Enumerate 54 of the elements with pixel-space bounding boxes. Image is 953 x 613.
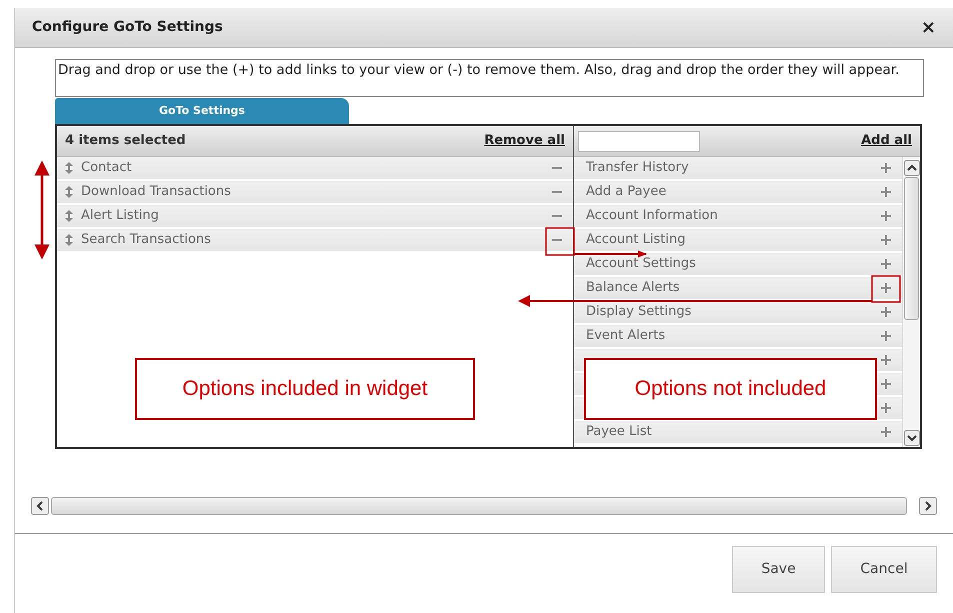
- horizontal-scrollbar[interactable]: [51, 497, 907, 515]
- scroll-up-icon[interactable]: [904, 160, 920, 176]
- add-button[interactable]: +: [874, 208, 898, 224]
- selected-count: 4 items selected: [65, 132, 187, 150]
- list-item-label[interactable]: Account Listing: [586, 230, 874, 250]
- add-button[interactable]: +: [874, 256, 898, 272]
- close-button[interactable]: ×: [920, 18, 936, 36]
- add-button[interactable]: +: [874, 400, 898, 416]
- list-item-label[interactable]: Add a Payee: [586, 182, 874, 202]
- drag-handle-icon[interactable]: [65, 210, 73, 222]
- list-item-label[interactable]: Display Settings: [586, 302, 874, 322]
- remove-all-link[interactable]: Remove all: [484, 131, 565, 151]
- add-button[interactable]: +: [874, 328, 898, 344]
- highlight-frame: [545, 227, 575, 256]
- add-button[interactable]: +: [874, 424, 898, 440]
- add-button[interactable]: +: [874, 160, 898, 176]
- list-item-label[interactable]: Payee List: [586, 422, 874, 442]
- list-item-label[interactable]: Event Alerts: [586, 326, 874, 346]
- scroll-right-icon[interactable]: [919, 497, 937, 515]
- save-button[interactable]: Save: [732, 546, 825, 593]
- list-item-label[interactable]: Download Transactions: [81, 182, 545, 202]
- list-item-label[interactable]: Contact: [81, 158, 545, 178]
- search-field[interactable]: [578, 130, 700, 152]
- scroll-thumb[interactable]: [904, 177, 919, 320]
- add-button[interactable]: +: [874, 304, 898, 320]
- add-button[interactable]: +: [874, 376, 898, 392]
- remove-button[interactable]: −: [545, 232, 569, 248]
- add-button[interactable]: +: [874, 280, 898, 296]
- remove-button[interactable]: −: [545, 160, 569, 176]
- highlight-frame: [871, 275, 901, 303]
- list-item-label[interactable]: Balance Alerts: [586, 278, 874, 298]
- drag-handle-icon[interactable]: [65, 162, 73, 174]
- drag-handle-icon[interactable]: [65, 186, 73, 198]
- settings-tab[interactable]: GoTo Settings: [55, 98, 349, 124]
- cancel-button[interactable]: Cancel: [831, 546, 937, 593]
- list-item-label[interactable]: Alert Listing: [81, 206, 545, 226]
- list-item-label[interactable]: Transfer History: [586, 158, 874, 178]
- dialog-title: Configure GoTo Settings: [32, 18, 224, 37]
- add-all-link[interactable]: Add all: [861, 131, 912, 151]
- remove-button[interactable]: −: [545, 184, 569, 200]
- add-button[interactable]: +: [874, 232, 898, 248]
- add-button[interactable]: +: [874, 184, 898, 200]
- remove-button[interactable]: −: [545, 208, 569, 224]
- add-button[interactable]: +: [874, 352, 898, 368]
- list-item-label[interactable]: Search Transactions: [81, 230, 545, 250]
- list-item-label[interactable]: Account Settings: [586, 254, 874, 274]
- list-item-label[interactable]: Account Information: [586, 206, 874, 226]
- drag-handle-icon[interactable]: [65, 234, 73, 246]
- scroll-down-icon[interactable]: [904, 430, 920, 446]
- instructions-text: Drag and drop or use the (+) to add links to your view or (-) to remove them. Also, drag and drop the order they will appear.: [55, 59, 924, 97]
- callout-box: Options not included: [584, 358, 877, 420]
- scroll-left-icon[interactable]: [31, 497, 49, 515]
- vertical-scrollbar[interactable]: [902, 157, 920, 447]
- callout-box: Options included in widget: [135, 358, 475, 420]
